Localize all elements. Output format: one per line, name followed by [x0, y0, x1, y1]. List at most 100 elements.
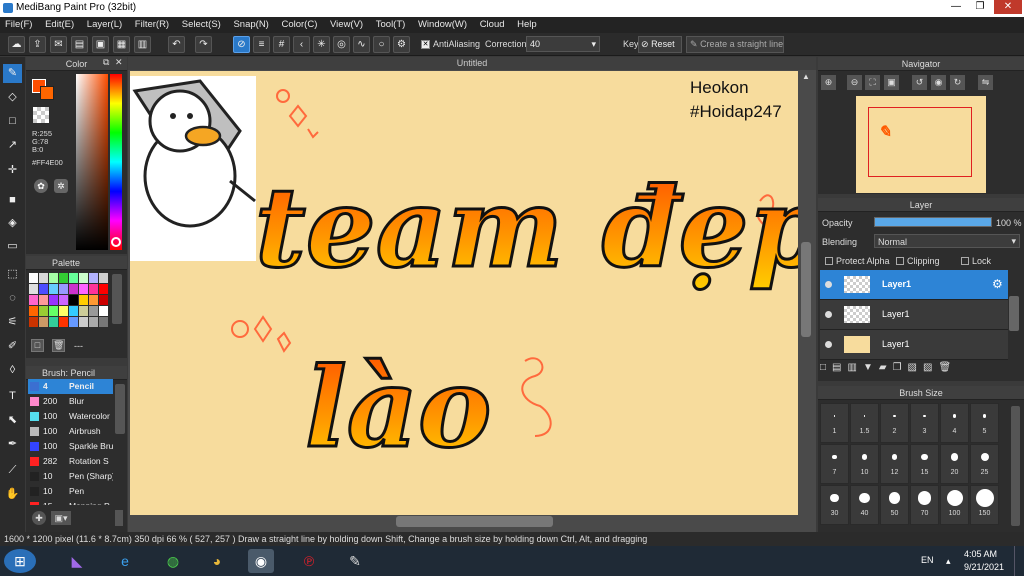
grid-icon[interactable]: ▦: [113, 36, 130, 53]
palette-swatch[interactable]: [69, 273, 78, 283]
brush-size-cell[interactable]: 5: [970, 403, 999, 443]
palette-swatch[interactable]: [29, 273, 38, 283]
brush-item[interactable]: 100 Airbrush: [28, 424, 113, 439]
canvas-tab[interactable]: Untitled: [128, 57, 816, 70]
brush-size-cell[interactable]: 7: [820, 444, 849, 484]
palette-swatch[interactable]: [29, 295, 38, 305]
add-layer-menu-icon[interactable]: ▼: [863, 362, 879, 373]
palette-swatch[interactable]: [99, 284, 108, 294]
radial-snap-icon[interactable]: ✳: [313, 36, 330, 53]
palette-swatch[interactable]: [79, 295, 88, 305]
paint-icon[interactable]: ✎: [342, 549, 368, 573]
menu-view[interactable]: View(V): [325, 17, 368, 30]
menu-help[interactable]: Help: [512, 17, 542, 30]
magic-wand-tool-icon[interactable]: ⚟: [3, 313, 22, 332]
layer-scrollbar[interactable]: [1009, 296, 1019, 331]
brush-size-cell[interactable]: 2: [880, 403, 909, 443]
palette-swatch[interactable]: [49, 284, 58, 294]
palette-swatch[interactable]: [99, 295, 108, 305]
brush-size-cell[interactable]: 30: [820, 485, 849, 525]
clock-date[interactable]: 9/21/2021: [964, 562, 1004, 572]
brush-item[interactable]: 100 Sparkle Brush: [28, 439, 113, 454]
show-desktop-button[interactable]: [1014, 546, 1024, 576]
gradient-tool-icon[interactable]: ▭: [3, 237, 22, 256]
delete-layer-icon[interactable]: 🗑: [938, 362, 957, 373]
brush-size-cell[interactable]: 20: [940, 444, 969, 484]
palette-swatch[interactable]: [29, 284, 38, 294]
restore-button[interactable]: ❐: [968, 0, 992, 14]
palette-swatch[interactable]: [89, 273, 98, 283]
pinterest-icon[interactable]: ℗: [296, 549, 322, 573]
palette-swatch[interactable]: [69, 284, 78, 294]
palette-swatch[interactable]: [29, 317, 38, 327]
fit-view-icon[interactable]: ⛶: [865, 75, 880, 90]
move-tool-icon[interactable]: ✛: [3, 161, 22, 180]
menu-filter[interactable]: Filter(R): [130, 17, 174, 30]
brush-size-cell[interactable]: 1.5: [850, 403, 879, 443]
brush-scrollbar[interactable]: [115, 384, 125, 434]
hand-tool-icon[interactable]: ✋: [3, 485, 22, 504]
brush-menu-icon[interactable]: ▣▾: [51, 511, 71, 525]
layout-icon[interactable]: ▥: [134, 36, 151, 53]
palette-swatch[interactable]: [79, 284, 88, 294]
chrome-icon[interactable]: ◕: [204, 549, 230, 573]
close-panel-icon[interactable]: ✕: [115, 57, 125, 71]
brush-item[interactable]: 200 Blur: [28, 394, 113, 409]
circle-snap-icon[interactable]: ◎: [333, 36, 350, 53]
palette-swatch[interactable]: [39, 306, 48, 316]
zoom-out-icon[interactable]: ⊖: [847, 75, 862, 90]
palette-swatch[interactable]: [89, 306, 98, 316]
vanish-snap-icon[interactable]: ‹: [293, 36, 310, 53]
redo-icon[interactable]: ↷: [195, 36, 212, 53]
brush-size-cell[interactable]: 100: [940, 485, 969, 525]
reset-button[interactable]: ⊘ Reset: [638, 36, 682, 53]
lock-checkbox[interactable]: [961, 257, 969, 265]
tray-up-icon[interactable]: ▴: [946, 556, 951, 567]
layer-visibility-icon[interactable]: [825, 341, 832, 348]
add-brush-icon[interactable]: ✚: [32, 511, 46, 525]
brush-size-cell[interactable]: 3: [910, 403, 939, 443]
straight-line-button[interactable]: ✎ Create a straight line: [686, 36, 784, 53]
zoom-in-icon[interactable]: ⊕: [821, 75, 836, 90]
palette-swatch[interactable]: [49, 306, 58, 316]
clipping-checkbox[interactable]: [896, 257, 904, 265]
close-button[interactable]: ✕: [994, 0, 1022, 14]
rotate-reset-icon[interactable]: ◉: [931, 75, 946, 90]
menu-layer[interactable]: Layer(L): [82, 17, 127, 30]
palette-swatch[interactable]: [89, 317, 98, 327]
canvas-vertical-scrollbar[interactable]: [801, 242, 811, 337]
drawing-canvas[interactable]: team đẹp lào Heokon #Hoidap247: [130, 71, 798, 515]
palette-swatch[interactable]: [49, 317, 58, 327]
palette-swatch[interactable]: [79, 273, 88, 283]
palette-swatch[interactable]: [79, 306, 88, 316]
palette-swatch[interactable]: [69, 306, 78, 316]
brush-item[interactable]: 100 Watercolor: [28, 409, 113, 424]
brush-size-cell[interactable]: 40: [850, 485, 879, 525]
new-layer-icon[interactable]: □: [820, 362, 832, 373]
new-halftone-layer-icon[interactable]: ▤: [832, 362, 847, 373]
select-tool-icon[interactable]: ⬚: [3, 265, 22, 284]
palette-scrollbar[interactable]: [112, 274, 122, 324]
save-icon[interactable]: ▣: [92, 36, 109, 53]
brush-size-cell[interactable]: 50: [880, 485, 909, 525]
layer-visibility-icon[interactable]: [825, 281, 832, 288]
brush-size-scrollbar[interactable]: [1011, 406, 1020, 526]
menu-color[interactable]: Color(C): [276, 17, 322, 30]
operation-tool-icon[interactable]: ⬉: [3, 411, 22, 430]
palette-swatch[interactable]: [39, 284, 48, 294]
rotate-right-icon[interactable]: ↻: [950, 75, 965, 90]
palette-swatch[interactable]: [39, 295, 48, 305]
brush-size-cell[interactable]: 1: [820, 403, 849, 443]
select-pen-tool-icon[interactable]: ✐: [3, 337, 22, 356]
palette-swatch[interactable]: [59, 295, 68, 305]
correction-select[interactable]: 40 ▾: [526, 36, 600, 52]
delete-palette-icon[interactable]: 🗑: [52, 339, 65, 352]
palette-swatch[interactable]: [49, 295, 58, 305]
start-icon[interactable]: ⊞: [4, 549, 36, 573]
palette-swatch[interactable]: [59, 306, 68, 316]
brush-item[interactable]: 4 Pencil: [28, 379, 113, 394]
internet-explorer-icon[interactable]: e: [112, 549, 138, 573]
menu-tool[interactable]: Tool(T): [371, 17, 411, 30]
palette-swatch[interactable]: [89, 284, 98, 294]
palette-swatch[interactable]: [69, 317, 78, 327]
